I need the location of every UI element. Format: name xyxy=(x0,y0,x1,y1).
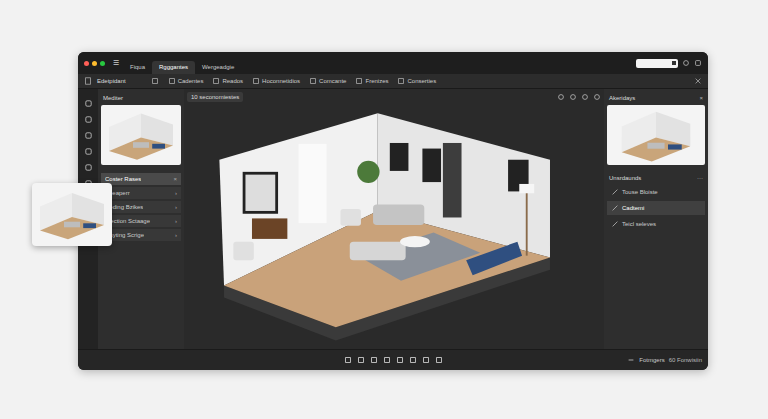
view-icon[interactable] xyxy=(581,93,589,101)
panel-item[interactable]: Seeaperr› xyxy=(101,187,181,199)
tool-icon[interactable] xyxy=(357,356,365,364)
window-controls xyxy=(84,61,105,66)
toolbar-item[interactable]: Hoconnetidios xyxy=(252,77,300,85)
panel-header: Akeridays× xyxy=(607,93,705,103)
document-icon[interactable] xyxy=(84,77,92,85)
section-header: Unsrdaunds··· xyxy=(607,173,705,183)
tool-icon[interactable] xyxy=(422,356,430,364)
toolbar-item[interactable]: Frenizes xyxy=(355,77,388,85)
tool-icon xyxy=(168,77,176,85)
floating-preview[interactable] xyxy=(32,183,112,246)
workspace: Mediter Coster Rases× Seeaperr› Ceding Bzik… xyxy=(78,89,708,349)
view-icon[interactable] xyxy=(557,93,565,101)
3d-viewport[interactable]: 10 seconomiestes xyxy=(184,89,604,349)
viewport-toolbar: 10 seconomiestes xyxy=(187,92,601,102)
toolbar: Edetpidant Cadentes Reados Hoconnetidios… xyxy=(78,74,708,89)
toolbar-title: Edetpidant xyxy=(97,78,126,84)
tab[interactable]: Wergeadgie xyxy=(195,61,241,74)
right-panel: Akeridays× Unsrdaunds··· Touse Bloiste Cadt… xyxy=(604,89,708,349)
tool-icon[interactable] xyxy=(84,147,93,156)
tool-icon xyxy=(355,77,363,85)
tool-icon xyxy=(397,77,405,85)
tab[interactable]: Rgggantes xyxy=(152,61,195,74)
tool-icon[interactable] xyxy=(84,115,93,124)
toolbar-item[interactable]: Conserties xyxy=(397,77,436,85)
layer-item[interactable]: Touse Bloiste xyxy=(607,185,705,199)
toolbar-item[interactable]: Comcante xyxy=(309,77,346,85)
toolbar-item[interactable]: Reados xyxy=(212,77,243,85)
tool-icon[interactable] xyxy=(84,99,93,108)
tool-icon[interactable] xyxy=(84,163,93,172)
tool-icon[interactable] xyxy=(396,356,404,364)
panel-item[interactable]: Slection Sctaage› xyxy=(101,215,181,227)
status: Fotmgers 60 Fonwisiin xyxy=(443,356,703,364)
window-control[interactable] xyxy=(84,61,89,66)
view-icon[interactable] xyxy=(593,93,601,101)
status-label: Fotmgers xyxy=(639,357,664,363)
room-preview-icon xyxy=(32,183,112,246)
tool-icon[interactable] xyxy=(84,131,93,140)
layer-icon xyxy=(611,220,619,228)
toolbar-item[interactable]: Cadentes xyxy=(168,77,204,85)
close-icon[interactable] xyxy=(694,77,702,85)
status-icon xyxy=(627,356,635,364)
settings-icon[interactable] xyxy=(682,59,690,67)
tool-icon xyxy=(212,77,220,85)
layer-icon xyxy=(611,188,619,196)
room-thumbnail[interactable] xyxy=(607,105,705,165)
panel-item[interactable]: Ceding Bzikes› xyxy=(101,201,181,213)
close-button[interactable]: × xyxy=(699,95,703,101)
room-render xyxy=(187,102,601,346)
more-button[interactable]: ··· xyxy=(697,175,703,181)
search-field[interactable] xyxy=(636,59,678,68)
window-control[interactable] xyxy=(92,61,97,66)
bottom-bar: Fotmgers 60 Fonwisiin xyxy=(78,349,708,370)
tool-icon[interactable] xyxy=(409,356,417,364)
tab[interactable]: Fiqua xyxy=(123,61,152,74)
tool-icon[interactable] xyxy=(383,356,391,364)
tab-bar: FiquaRgggantesWergeadgie xyxy=(123,61,241,74)
tool-icon[interactable] xyxy=(344,356,352,364)
window-control[interactable] xyxy=(100,61,105,66)
title-bar: ☰ FiquaRgggantesWergeadgie xyxy=(78,52,708,74)
expand-icon[interactable] xyxy=(151,77,159,85)
tool-icon[interactable] xyxy=(435,356,443,364)
layer-icon xyxy=(611,204,619,212)
status-reading: 60 Fonwisiin xyxy=(669,357,702,363)
share-icon[interactable] xyxy=(694,59,702,67)
room-preview-icon xyxy=(607,105,705,165)
tool-icon xyxy=(309,77,317,85)
view-chip[interactable]: 10 seconomiestes xyxy=(187,92,243,102)
view-tools xyxy=(344,356,443,364)
page: ☰FiquaRgggantesWergeadgieEdetpidant Cade… xyxy=(0,0,768,419)
layer-item[interactable]: Teicl seleves xyxy=(607,217,705,231)
search-icon xyxy=(672,61,676,65)
app-window: ☰FiquaRgggantesWergeadgieEdetpidant Cade… xyxy=(78,52,708,370)
panel-header: Mediter xyxy=(101,93,181,103)
layer-item[interactable]: Cadtemi xyxy=(607,201,705,215)
room-preview-icon xyxy=(101,105,181,165)
panel-item[interactable]: Dayting Scrige› xyxy=(101,229,181,241)
panel-item[interactable]: Coster Rases× xyxy=(101,173,181,185)
menu-icon[interactable]: ☰ xyxy=(113,59,119,67)
view-icon[interactable] xyxy=(569,93,577,101)
tool-icon[interactable] xyxy=(370,356,378,364)
room-thumbnail[interactable] xyxy=(101,105,181,165)
tool-icon xyxy=(252,77,260,85)
